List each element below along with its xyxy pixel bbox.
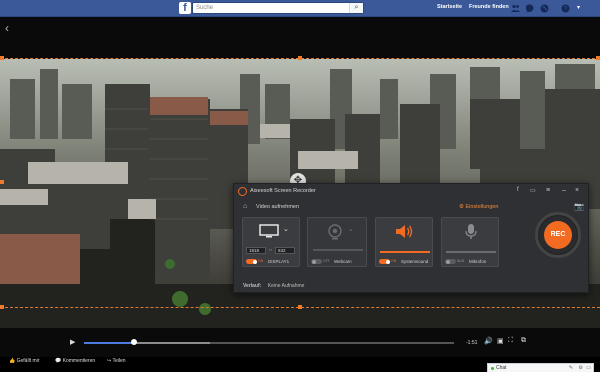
close-icon[interactable]: × <box>575 187 579 194</box>
chat-label: Chat <box>496 365 507 371</box>
microphone-volume-slider[interactable] <box>446 251 496 253</box>
menu-icon[interactable]: ≡ <box>546 187 550 194</box>
facebook-search-input[interactable]: Suche ⌕ <box>192 2 364 14</box>
system-sound-volume-slider[interactable] <box>380 251 430 253</box>
capture-handle-top-right[interactable] <box>596 56 600 60</box>
friend-requests-icon[interactable] <box>511 4 520 13</box>
history-label: Verlauf: <box>243 283 262 289</box>
recorder-title: Aiseesoft Screen Recorder <box>250 188 316 194</box>
like-label: Gefällt mir <box>16 358 40 364</box>
display-card[interactable]: ⌄ 1918 ⇔ 632 ON DISPLAY1 <box>242 217 300 267</box>
region-width-input[interactable]: 1918 <box>246 247 266 254</box>
microphone-toggle[interactable] <box>445 259 456 264</box>
display-toggle-state: ON <box>258 259 264 263</box>
microphone-toggle-state: AUS <box>457 259 465 263</box>
facebook-top-bar: f Suche ⌕ Startseite Freunde finden ? ▾ <box>0 0 600 17</box>
webcam-icon <box>328 224 342 240</box>
screen-recorder-panel: Aiseesoft Screen Recorder f ▭ ≡ – × ⌂ Vi… <box>233 183 589 293</box>
display-toggle[interactable] <box>246 259 257 264</box>
microphone-icon <box>465 224 477 239</box>
rec-button-ring: REC <box>535 212 581 258</box>
help-icon[interactable]: ? <box>561 4 570 13</box>
capture-handle-bottom-left[interactable] <box>0 305 4 309</box>
snapshot-camera-icon[interactable]: 📷 <box>574 202 584 211</box>
breadcrumb-video-record: Video aufnehmen <box>256 204 300 210</box>
home-icon[interactable]: ⌂ <box>243 203 247 210</box>
settings-label: Einstellungen <box>465 204 499 210</box>
capture-handle-middle-left[interactable] <box>0 180 4 184</box>
screen: f Suche ⌕ Startseite Freunde finden ? ▾ … <box>0 0 600 372</box>
system-sound-card[interactable]: ON Systemsound <box>375 217 433 267</box>
link-dimensions-icon[interactable]: ⇔ <box>268 247 273 253</box>
settings-link[interactable]: ⚙ Einstellungen <box>459 204 499 210</box>
comment-button[interactable]: 💬 Kommentieren <box>55 358 95 364</box>
back-arrow-icon[interactable]: ‹ <box>5 21 9 35</box>
comment-label: Kommentieren <box>62 358 96 364</box>
feedback-icon[interactable]: ▭ <box>530 187 536 194</box>
speaker-icon <box>396 225 413 238</box>
gear-icon: ⚙ <box>459 204 464 210</box>
webcam-dropdown-chevron-icon[interactable]: ⌄ <box>348 225 354 233</box>
chat-settings-gear-icon[interactable]: ⚙ <box>579 364 583 372</box>
search-icon[interactable]: ⌕ <box>349 3 363 13</box>
capture-handle-top-center[interactable] <box>298 56 302 60</box>
facebook-share-icon[interactable]: f <box>517 187 519 193</box>
system-sound-toggle[interactable] <box>379 259 390 264</box>
chat-minimize-icon[interactable]: ▭ <box>586 364 591 372</box>
hd-settings-icon[interactable]: ▣ <box>497 337 504 345</box>
notifications-globe-icon[interactable] <box>540 4 549 13</box>
play-icon[interactable]: ▶ <box>70 338 75 346</box>
chat-bar[interactable]: Chat ✎ ⚙ ▭ <box>487 363 594 372</box>
share-label: Teilen <box>112 358 126 364</box>
video-progress-knob[interactable] <box>130 339 137 345</box>
volume-icon[interactable]: 🔊 <box>484 337 493 345</box>
popout-icon[interactable]: ⧉ <box>521 337 526 345</box>
app-logo-icon <box>238 187 247 196</box>
like-button[interactable]: 👍 Gefällt mir <box>9 358 39 364</box>
webcam-divider <box>313 249 363 251</box>
chat-edit-icon[interactable]: ✎ <box>569 364 573 372</box>
region-height-input[interactable]: 632 <box>275 247 295 254</box>
capture-handle-bottom-center[interactable] <box>298 305 302 309</box>
microphone-card[interactable]: AUS Mikrofon <box>441 217 499 267</box>
minimize-icon[interactable]: – <box>562 187 566 194</box>
capture-handle-top-left[interactable] <box>0 56 4 60</box>
search-placeholder: Suche <box>196 5 214 11</box>
webcam-label: Webcam <box>334 259 352 264</box>
nav-find-friends-link[interactable]: Freunde finden <box>469 4 509 10</box>
monitor-icon <box>259 224 279 238</box>
video-time: -1:51 <box>466 340 478 346</box>
webcam-toggle-state: OFF <box>323 259 330 263</box>
share-button[interactable]: ↪ Teilen <box>107 358 126 364</box>
display-dropdown-chevron-icon[interactable]: ⌄ <box>283 225 289 233</box>
nav-home-link[interactable]: Startseite <box>437 4 462 10</box>
webcam-toggle[interactable] <box>311 259 322 264</box>
webcam-card[interactable]: ⌄ OFF Webcam <box>307 217 367 267</box>
online-status-dot-icon <box>491 367 494 370</box>
facebook-logo[interactable]: f <box>179 2 191 14</box>
video-progress-fill <box>84 342 134 344</box>
display-label: DISPLAY1 <box>268 259 290 264</box>
system-sound-toggle-state: ON <box>391 259 397 263</box>
microphone-label: Mikrofon <box>469 259 487 264</box>
system-sound-label: Systemsound <box>401 259 429 264</box>
fullscreen-icon[interactable]: ⛶ <box>508 337 513 345</box>
account-menu-chevron-icon[interactable]: ▾ <box>574 4 583 13</box>
rec-button[interactable]: REC <box>544 221 572 249</box>
messages-icon[interactable] <box>525 4 535 13</box>
history-value[interactable]: Keine Aufnahme <box>268 283 305 289</box>
history-row: Verlauf: Keine Aufnahme <box>243 283 304 289</box>
